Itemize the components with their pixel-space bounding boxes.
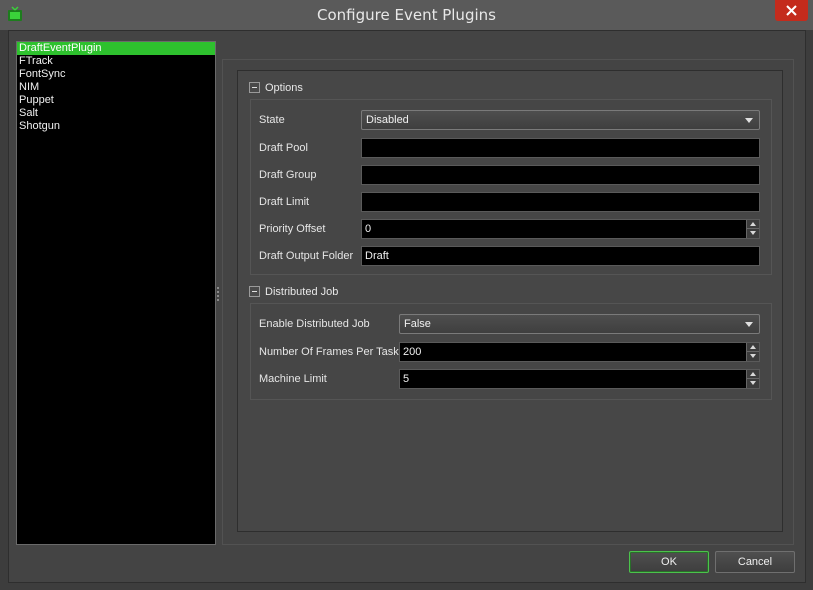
plugin-item-ftrack[interactable]: FTrack [17,55,215,68]
draft-limit-field[interactable] [361,192,760,212]
state-value: Disabled [366,114,409,126]
draft-group-label: Draft Group [259,169,317,181]
frames-per-task-spinbox[interactable]: 200 [399,342,760,362]
plugin-item-drafteventplugin[interactable]: DraftEventPlugin [17,42,215,55]
output-folder-field[interactable]: Draft [361,246,760,266]
frames-per-task-value: 200 [403,346,422,358]
spin-buttons[interactable] [746,220,759,238]
draft-pool-label: Draft Pool [259,142,308,154]
plugin-item-fontsync[interactable]: FontSync [17,68,215,81]
window-title: Configure Event Plugins [317,6,496,24]
priority-offset-spinbox[interactable]: 0 [361,219,760,239]
output-folder-label: Draft Output Folder [259,250,354,262]
chevron-down-icon [745,322,753,327]
options-group-title: Options [265,82,303,94]
machine-limit-spinbox[interactable]: 5 [399,369,760,389]
draft-limit-label: Draft Limit [259,196,310,208]
plugin-item-puppet[interactable]: Puppet [17,94,215,107]
spin-down-icon[interactable] [750,354,756,358]
enable-distributed-value: False [404,318,431,330]
spin-up-icon[interactable] [750,345,756,349]
spin-down-icon[interactable] [750,381,756,385]
spin-buttons[interactable] [746,343,759,361]
spin-up-icon[interactable] [750,372,756,376]
plugin-item-nim[interactable]: NIM [17,81,215,94]
enable-distributed-dropdown[interactable]: False [399,314,760,334]
draft-pool-field[interactable] [361,138,760,158]
priority-offset-value: 0 [365,223,372,235]
machine-limit-label: Machine Limit [259,373,327,385]
plugin-item-shotgun[interactable]: Shotgun [17,120,215,133]
enable-distributed-label: Enable Distributed Job [259,318,370,330]
state-label: State [259,114,285,126]
spin-buttons[interactable] [746,370,759,388]
priority-offset-label: Priority Offset [259,223,326,235]
close-button[interactable] [775,0,808,21]
splitter-handle[interactable] [217,287,220,305]
spin-down-icon[interactable] [750,231,756,235]
close-icon [786,5,797,16]
cancel-button[interactable]: Cancel [715,551,795,573]
frames-per-task-label: Number Of Frames Per Task [259,346,399,358]
collapse-distributed-button[interactable] [249,286,260,297]
spin-up-icon[interactable] [750,222,756,226]
ok-button[interactable]: OK [629,551,709,573]
plugin-list[interactable]: DraftEventPlugin FTrack FontSync NIM Pup… [16,41,216,545]
chevron-down-icon [745,118,753,123]
distributed-group-header: Distributed Job [249,285,449,299]
plugin-item-salt[interactable]: Salt [17,107,215,120]
state-dropdown[interactable]: Disabled [361,110,760,130]
title-bar[interactable]: Configure Event Plugins [0,0,813,30]
distributed-group-title: Distributed Job [265,286,339,298]
machine-limit-value: 5 [403,373,410,385]
collapse-options-button[interactable] [249,82,260,93]
draft-group-field[interactable] [361,165,760,185]
options-group-header: Options [249,81,449,95]
